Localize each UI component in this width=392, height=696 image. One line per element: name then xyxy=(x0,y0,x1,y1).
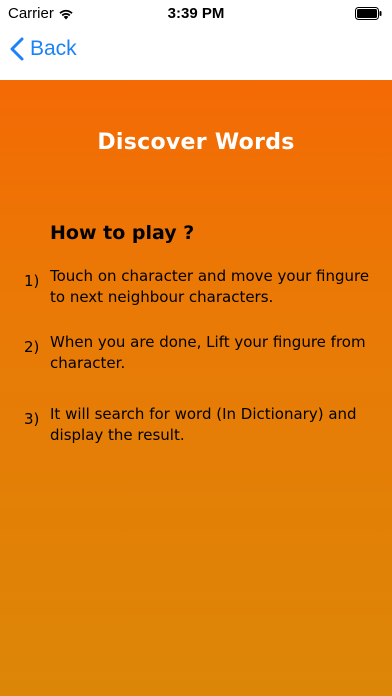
step-text: When you are done, Lift your fingure fro… xyxy=(50,333,366,372)
status-time: 3:39 PM xyxy=(167,5,225,22)
back-label: Back xyxy=(30,37,77,60)
step-text: It will search for word (In Dictionary) … xyxy=(50,405,357,444)
step-number: 2) xyxy=(24,338,40,356)
how-to-play-heading: How to play ? xyxy=(50,222,195,244)
chevron-left-icon xyxy=(10,37,24,61)
navigation-bar: Back xyxy=(0,28,392,80)
battery-icon xyxy=(355,7,382,25)
status-bar: Carrier 3:39 PM xyxy=(0,0,392,28)
back-button[interactable]: Back xyxy=(10,37,77,61)
page-title: Discover Words xyxy=(97,130,295,155)
step-number: 3) xyxy=(24,410,40,428)
step-number: 1) xyxy=(24,272,40,290)
step-text: Touch on character and move your fingure… xyxy=(50,267,370,306)
instructions-panel: Discover Words How to play ? 1) Touch on… xyxy=(0,80,392,696)
